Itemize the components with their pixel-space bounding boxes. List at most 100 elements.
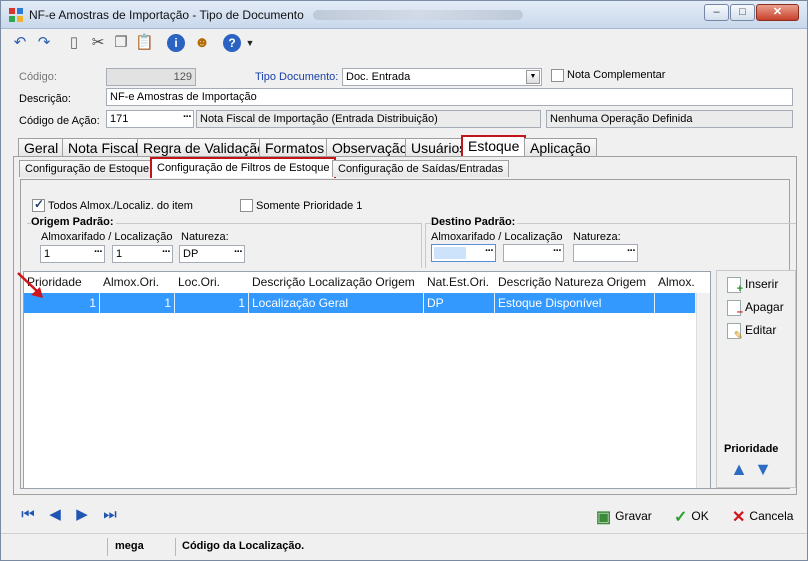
tab-formatos[interactable]: Formatos bbox=[259, 138, 331, 158]
nota-complementar-label: Nota Complementar bbox=[567, 69, 666, 81]
codigo-acao-label: Código de Ação: bbox=[19, 115, 100, 127]
cell-loc-ori[interactable]: 1 bbox=[175, 293, 249, 313]
ellipsis-icon[interactable]: ··· bbox=[627, 245, 636, 257]
gravar-button[interactable]: ▣ Gravar bbox=[596, 507, 652, 527]
priority-down-icon[interactable]: ▼ bbox=[753, 459, 773, 479]
cell-nat-est-ori[interactable]: DP bbox=[424, 293, 495, 313]
tipo-documento-label[interactable]: Tipo Documento: bbox=[255, 71, 338, 83]
destino-almox-input[interactable]: ··· bbox=[431, 244, 496, 262]
todos-almox-checkbox[interactable] bbox=[32, 197, 45, 212]
info-icon[interactable]: i bbox=[167, 34, 185, 52]
descricao-input[interactable]: NF-e Amostras de Importação bbox=[106, 88, 793, 106]
column-almox-ori[interactable]: Almox.Ori. bbox=[100, 272, 175, 292]
origem-natureza-input[interactable]: DP ··· bbox=[179, 245, 245, 263]
tab-aplicacao[interactable]: Aplicação bbox=[524, 138, 597, 158]
codigo-label: Código: bbox=[19, 71, 57, 83]
tab-regra-validacao[interactable]: Regra de Validação bbox=[137, 138, 271, 158]
somente-prioridade-label: Somente Prioridade 1 bbox=[256, 200, 363, 212]
column-nat-est-ori[interactable]: Nat.Est.Ori. bbox=[424, 272, 495, 292]
inserir-button[interactable]: + Inserir bbox=[727, 277, 779, 295]
status-message: Código da Localização. bbox=[182, 540, 305, 552]
undo-icon[interactable]: ↶ bbox=[11, 34, 29, 52]
ellipsis-icon[interactable]: ··· bbox=[183, 111, 192, 123]
tipo-documento-select[interactable]: Doc. Entrada ▼ bbox=[342, 68, 542, 86]
table-row[interactable]: 1 1 1 Localização Geral DP Estoque Dispo… bbox=[24, 293, 696, 313]
inserir-label: Inserir bbox=[745, 277, 779, 292]
apagar-label: Apagar bbox=[745, 300, 784, 315]
first-record-icon[interactable]: ⏮ bbox=[19, 506, 37, 524]
cancela-button[interactable]: ✕ Cancela bbox=[732, 507, 793, 527]
ellipsis-icon[interactable]: ··· bbox=[553, 245, 562, 257]
column-descricao-localizacao[interactable]: Descrição Localização Origem bbox=[249, 272, 424, 292]
cell-descricao-localizacao[interactable]: Localização Geral bbox=[249, 293, 424, 313]
cancela-label: Cancela bbox=[749, 509, 794, 523]
origem-loc-input[interactable]: 1 ··· bbox=[112, 245, 173, 263]
cancel-icon: ✕ bbox=[732, 509, 746, 526]
cell-almox-ori[interactable]: 1 bbox=[100, 293, 175, 313]
subtab-configuracao-filtros[interactable]: Configuração de Filtros de Estoque bbox=[150, 157, 337, 178]
destino-title: Destino Padrão: bbox=[431, 216, 518, 228]
vertical-scrollbar[interactable] bbox=[696, 293, 710, 488]
close-button[interactable]: ✕ bbox=[756, 4, 799, 21]
red-arrow-annotation bbox=[17, 272, 43, 298]
editar-button[interactable]: ✎ Editar bbox=[727, 323, 777, 342]
tab-geral[interactable]: Geral bbox=[18, 138, 65, 158]
chevron-down-icon[interactable]: ▼ bbox=[241, 34, 259, 52]
ok-button[interactable]: ✓ OK bbox=[674, 507, 709, 527]
cell-almox[interactable] bbox=[655, 293, 696, 313]
next-record-icon[interactable]: ▶ bbox=[73, 506, 91, 524]
minimize-button[interactable]: – bbox=[704, 4, 729, 21]
tab-estoque[interactable]: Estoque bbox=[461, 135, 527, 158]
status-separator bbox=[175, 538, 176, 556]
subtab-configuracao-saidas[interactable]: Configuração de Saídas/Entradas bbox=[332, 160, 510, 177]
status-separator bbox=[107, 538, 108, 556]
codigo-acao-value: 171 bbox=[110, 113, 129, 125]
help-icon[interactable]: ? bbox=[223, 34, 241, 52]
status-user: mega bbox=[115, 540, 144, 552]
subtab-configuracao-estoque[interactable]: Configuração de Estoque bbox=[19, 160, 156, 177]
ellipsis-icon[interactable]: ··· bbox=[162, 246, 171, 258]
window-title: NF-e Amostras de Importação - Tipo de Do… bbox=[29, 8, 304, 22]
gravar-label: Gravar bbox=[615, 509, 652, 523]
destino-loc-input[interactable]: ··· bbox=[503, 244, 564, 262]
check-icon: ✓ bbox=[674, 509, 688, 526]
tab-observacao[interactable]: Observação bbox=[326, 138, 414, 158]
text-cursor-highlight bbox=[434, 247, 466, 259]
chevron-down-icon[interactable]: ▼ bbox=[526, 70, 540, 84]
origem-natureza-value: DP bbox=[183, 248, 199, 260]
toolbar: ↶ ↷ ▯ ✂ ❐ 📋 i ☻ ? ▼ bbox=[1, 30, 807, 58]
tab-nota-fiscal[interactable]: Nota Fiscal bbox=[62, 138, 145, 158]
priority-up-icon[interactable]: ▲ bbox=[729, 459, 749, 479]
cell-descricao-natureza[interactable]: Estoque Disponível bbox=[495, 293, 655, 313]
ellipsis-icon[interactable]: ··· bbox=[94, 246, 103, 258]
scissors-icon[interactable]: ✂ bbox=[89, 34, 107, 52]
user-icon[interactable]: ☻ bbox=[193, 34, 211, 52]
somente-prioridade-checkbox[interactable] bbox=[240, 199, 253, 212]
origem-almox-loc-label: Almoxarifado / Localização bbox=[41, 231, 173, 243]
descricao-label: Descrição: bbox=[19, 93, 71, 105]
destino-almox-loc-label: Almoxarifado / Localização bbox=[431, 231, 563, 243]
maximize-button[interactable]: □ bbox=[730, 4, 755, 21]
apagar-button[interactable]: – Apagar bbox=[727, 300, 784, 318]
prioridade-label: Prioridade bbox=[724, 443, 779, 455]
origem-almox-input[interactable]: 1 ··· bbox=[40, 245, 105, 263]
previous-record-icon[interactable]: ◀ bbox=[46, 506, 64, 524]
origem-almox-value: 1 bbox=[44, 248, 51, 260]
ellipsis-icon[interactable]: ··· bbox=[485, 245, 494, 257]
ellipsis-icon[interactable]: ··· bbox=[234, 246, 243, 258]
filtros-grid[interactable]: Prioridade Almox.Ori. Loc.Ori. Descrição… bbox=[23, 271, 711, 489]
new-document-icon[interactable]: ▯ bbox=[65, 34, 83, 52]
column-descricao-natureza[interactable]: Descrição Natureza Origem bbox=[495, 272, 655, 292]
codigo-acao-input[interactable]: 171 ··· bbox=[106, 110, 194, 128]
column-almox[interactable]: Almox. bbox=[655, 272, 700, 292]
origem-natureza-label: Natureza: bbox=[181, 231, 229, 243]
paste-icon[interactable]: 📋 bbox=[135, 34, 154, 52]
redo-icon[interactable]: ↷ bbox=[35, 34, 53, 52]
codigo-field: 129 bbox=[106, 68, 196, 86]
nota-complementar-checkbox[interactable] bbox=[551, 69, 564, 82]
column-loc-ori[interactable]: Loc.Ori. bbox=[175, 272, 249, 292]
last-record-icon[interactable]: ⏭ bbox=[101, 506, 119, 524]
copy-icon[interactable]: ❐ bbox=[112, 34, 130, 52]
editar-label: Editar bbox=[745, 323, 777, 338]
destino-natureza-input[interactable]: ··· bbox=[573, 244, 638, 262]
